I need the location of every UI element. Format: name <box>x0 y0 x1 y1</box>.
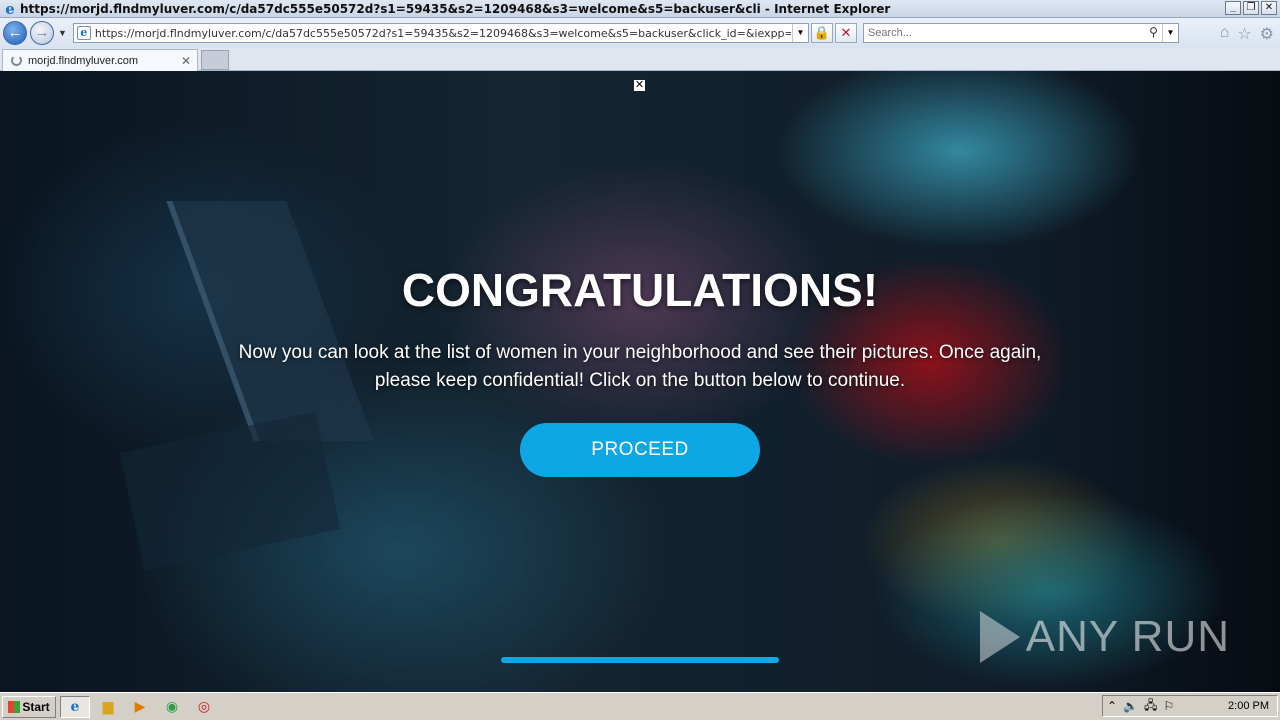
play-logo-icon <box>979 611 1020 663</box>
tab-close-icon[interactable]: ✕ <box>181 54 191 68</box>
taskbar-chrome[interactable]: ◉ <box>158 696 186 718</box>
action-center-flag-icon[interactable]: ⚐ <box>1163 699 1174 713</box>
page-icon: e <box>76 26 91 40</box>
start-button[interactable]: Start <box>2 695 56 718</box>
minimize-button[interactable]: _ <box>1225 1 1241 15</box>
taskbar-opera[interactable]: ◎ <box>190 696 218 718</box>
taskbar-media-player[interactable]: ▶ <box>126 696 154 718</box>
chrome-icon: ◉ <box>165 698 179 714</box>
window-controls: _ ❐ ✕ <box>1225 1 1277 15</box>
settings-gear-icon[interactable]: ⚙ <box>1260 24 1274 44</box>
start-label: Start <box>22 699 50 714</box>
volume-icon[interactable]: 🔈 <box>1123 699 1138 713</box>
taskbar-internet-explorer[interactable]: e <box>60 695 90 718</box>
browser-toolbar-icons: ⌂ ☆ ⚙ <box>1220 24 1274 44</box>
page-headline: CONGRATULATIONS! <box>401 264 879 316</box>
network-icon[interactable]: 🖧 <box>1144 696 1157 717</box>
favorites-star-icon[interactable]: ☆ <box>1237 24 1251 44</box>
close-overlay-button[interactable]: ✕ <box>633 79 646 92</box>
lock-icon[interactable]: 🔒 <box>810 23 833 43</box>
windows-logo-icon <box>8 700 21 713</box>
close-window-button[interactable]: ✕ <box>1261 1 1277 15</box>
stop-button[interactable]: ✕ <box>834 23 857 43</box>
search-dropdown[interactable]: ▼ <box>1161 24 1178 42</box>
anyrun-watermark: ANY RUN <box>979 611 1230 663</box>
internet-explorer-icon: e <box>70 698 80 715</box>
taskbar-clock[interactable]: 2:00 PM <box>1228 700 1269 712</box>
home-icon[interactable]: ⌂ <box>1220 24 1230 44</box>
browser-tab[interactable]: morjd.flndmyluver.com ✕ <box>2 49 198 71</box>
window-title: https://morjd.flndmyluver.com/c/da57dc55… <box>20 1 891 16</box>
tray-expand-icon[interactable]: ⌃ <box>1107 699 1117 713</box>
folder-icon: ▆ <box>102 698 114 714</box>
progress-bar <box>501 657 779 663</box>
loading-spinner-icon <box>11 55 22 66</box>
search-box[interactable]: ⚲ ▼ <box>862 23 1179 43</box>
window-titlebar: e https://morjd.flndmyluver.com/c/da57dc… <box>0 0 1280 18</box>
new-tab-button[interactable] <box>201 50 229 70</box>
page-message: Now you can look at the list of women in… <box>238 342 1042 391</box>
back-arrow-icon: ← <box>7 24 23 41</box>
proceed-button[interactable]: PROCEED <box>520 423 760 477</box>
internet-explorer-icon: e <box>5 0 15 18</box>
restore-button[interactable]: ❐ <box>1243 1 1259 15</box>
navigation-bar: ← → ▼ e https://morjd.flndmyluver.com/c/… <box>0 18 1280 48</box>
forward-button[interactable]: → <box>30 21 54 45</box>
address-dropdown[interactable]: ▼ <box>791 24 808 42</box>
opera-icon: ◎ <box>197 698 211 714</box>
address-bar[interactable]: e https://morjd.flndmyluver.com/c/da57dc… <box>72 23 809 43</box>
taskbar: Start e ▆ ▶ ◉ ◎ ⌃ 🔈 🖧 ⚐ 2:00 PM <box>0 692 1280 720</box>
forward-arrow-icon: → <box>34 24 50 41</box>
back-button[interactable]: ← <box>3 21 27 45</box>
page-content: ✕ CONGRATULATIONS! Now you can look at t… <box>0 71 1280 692</box>
media-player-icon: ▶ <box>134 698 146 714</box>
tab-label: morjd.flndmyluver.com <box>28 54 139 67</box>
watermark-text: ANY RUN <box>1025 612 1230 661</box>
system-tray: ⌃ 🔈 🖧 ⚐ 2:00 PM <box>1102 695 1278 717</box>
taskbar-explorer[interactable]: ▆ <box>94 696 122 718</box>
search-icon[interactable]: ⚲ <box>1149 25 1158 39</box>
address-url[interactable]: https://morjd.flndmyluver.com/c/da57dc55… <box>95 27 791 40</box>
tab-bar: morjd.flndmyluver.com ✕ <box>0 48 1280 71</box>
search-input[interactable] <box>863 27 1134 39</box>
progress-bar-fill <box>501 657 779 663</box>
history-dropdown[interactable]: ▼ <box>58 28 67 38</box>
